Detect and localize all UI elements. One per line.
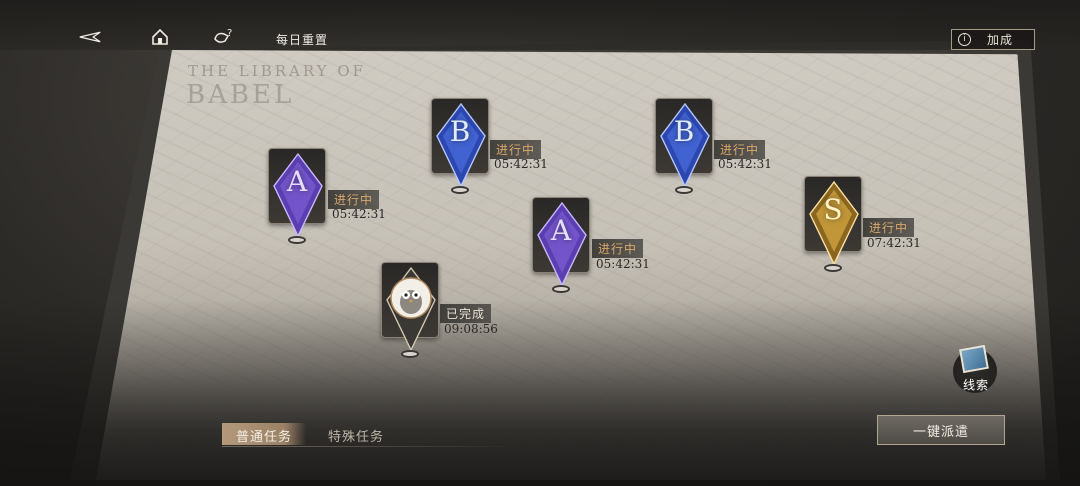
tab-divider bbox=[222, 446, 522, 447]
timer-text: 05:42:31 bbox=[494, 157, 548, 171]
clues-button[interactable]: 线索 bbox=[949, 344, 1003, 393]
status-badge: 进行中 bbox=[592, 239, 644, 258]
game-screen: THE LIBRARY OF BABEL ? 每日重置 i 加成 A 进行中 0… bbox=[0, 0, 1080, 486]
grade-label: S bbox=[823, 193, 843, 226]
mission-node-b-2[interactable]: B bbox=[655, 98, 715, 198]
timer-text: 09:08:56 bbox=[444, 322, 498, 336]
map-pin-icon bbox=[824, 264, 842, 272]
timer-text: 07:42:31 bbox=[867, 236, 921, 250]
bottom-shade bbox=[0, 300, 1080, 486]
bonus-button[interactable]: i 加成 bbox=[951, 29, 1035, 50]
grade-label: A bbox=[550, 214, 572, 247]
timer-text: 05:42:31 bbox=[332, 207, 386, 221]
mission-node-s[interactable]: S bbox=[804, 176, 864, 276]
map-pin-icon bbox=[451, 186, 469, 194]
map-title-line2: BABEL bbox=[186, 80, 295, 110]
grade-label: A bbox=[286, 165, 308, 198]
info-icon: i bbox=[958, 33, 971, 46]
clues-label: 线索 bbox=[962, 378, 989, 392]
map-pin-icon bbox=[401, 350, 419, 358]
timer-text: 05:42:31 bbox=[596, 257, 650, 271]
map-title-line1: THE LIBRARY OF bbox=[188, 62, 367, 80]
home-icon[interactable] bbox=[149, 26, 171, 48]
mission-node-a-1[interactable]: A bbox=[268, 148, 328, 248]
tab-special-missions[interactable]: 特殊任务 bbox=[328, 426, 384, 445]
mission-node-b-1[interactable]: B bbox=[431, 98, 491, 198]
dispatch-all-button[interactable]: 一键派遣 bbox=[877, 415, 1005, 445]
map-pin-icon bbox=[288, 236, 306, 244]
back-arrow-icon[interactable] bbox=[79, 26, 101, 48]
status-badge-completed: 已完成 bbox=[440, 304, 492, 323]
grade-label: B bbox=[673, 115, 695, 148]
daily-reset-label[interactable]: 每日重置 bbox=[276, 31, 328, 48]
mission-node-a-2[interactable]: A bbox=[532, 197, 592, 297]
map-pin-icon bbox=[675, 186, 693, 194]
owl-avatar-icon bbox=[386, 266, 436, 352]
timer-text: 05:42:31 bbox=[718, 157, 772, 171]
photo-clue-icon bbox=[959, 344, 989, 374]
svg-text:?: ? bbox=[227, 28, 232, 39]
mission-node-completed[interactable] bbox=[381, 262, 441, 362]
tab-normal-missions[interactable]: 普通任务 bbox=[222, 423, 306, 445]
help-icon[interactable]: ? bbox=[213, 26, 235, 48]
bonus-label: 加成 bbox=[987, 33, 1014, 47]
grade-label: B bbox=[449, 115, 471, 148]
status-badge: 进行中 bbox=[863, 218, 915, 237]
map-pin-icon bbox=[552, 285, 570, 293]
